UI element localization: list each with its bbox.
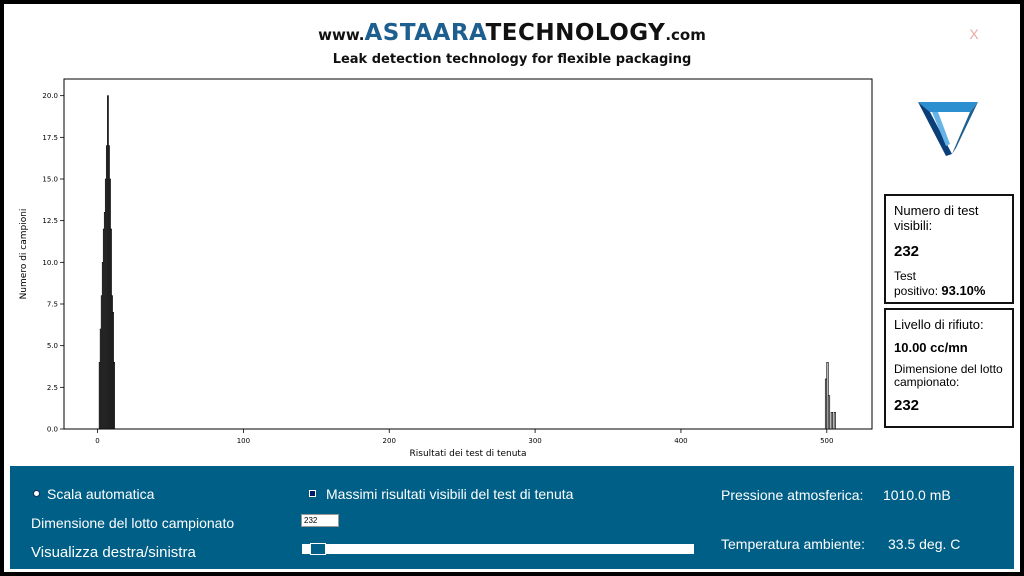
brand-name-a: ASTAARA [364,20,486,46]
y-tick-label-0: 0.0 [47,426,58,434]
max-visible-checkbox[interactable] [309,490,316,497]
visible-tests-value: 232 [894,243,920,260]
brand-suffix: .com [665,26,706,44]
auto-scale-radio[interactable] [33,490,40,497]
bar-0-14 [113,362,115,430]
triangle-logo-icon [916,98,980,158]
lot-size-label: Dimensione del lotto campionato [31,515,235,531]
y-tick-label-8: 20.0 [42,92,58,100]
tagline: Leak detection technology for flexible p… [332,52,692,67]
bar-1-4 [833,412,836,430]
y-tick-label-5: 12.5 [42,217,58,225]
chart-svg: 0 100 200 300 400 500 0.0 2.5 5.0 7.5 10.0 12.5 15.… [19,78,873,459]
positive-label-2: positivo: [894,284,939,298]
y-tick-label-1: 2.5 [47,384,58,392]
y-tick-label-2: 5.0 [47,342,58,350]
visible-tests-card: Numero di test visibili: 232 Test positi… [884,194,1014,304]
app-window: www.ASTAARATECHNOLOGY.com Leak detection… [4,4,1020,572]
y-tick-label-4: 10.0 [42,259,58,267]
close-icon[interactable]: X [966,26,982,46]
x-tick-label-2: 200 [383,437,396,445]
positive-label-1: Test [894,269,917,283]
visible-tests-label: Numero di test visibili: [894,203,979,233]
x-tick-label-5: 500 [820,437,833,445]
lot-label: Dimensione del lotto campionato: [894,362,1003,389]
bar-1-2 [827,395,831,430]
lot-value: 232 [894,397,920,414]
x-axis-label: Risultati dei test di tenuta [410,449,527,459]
brand-prefix: www. [318,26,365,44]
y-tick-label-7: 17.5 [42,134,58,142]
control-panel: Scala automatica Massimi risultati visib… [10,466,1014,569]
header: www.ASTAARATECHNOLOGY.com Leak detection… [4,18,1020,67]
positive-value: 93.10% [941,283,986,298]
reject-label: Livello di rifiuto: [894,317,984,332]
x-tick-label-1: 100 [237,437,250,445]
temperature-label: Temperatura ambiente: [721,536,865,552]
auto-scale-label: Scala automatica [47,486,155,502]
reject-level-card: Livello di rifiuto: 10.00 cc/mn Dimensio… [884,308,1014,428]
x-tick-label-3: 300 [528,437,541,445]
x-tick-label-4: 400 [674,437,687,445]
bar-1-3 [830,412,833,430]
reject-value: 10.00 cc/mn [894,340,968,355]
brand-title: www.ASTAARATECHNOLOGY.com [4,18,1020,50]
temperature-value: 33.5 deg. C [888,536,961,552]
y-axis-ticks: 0.0 2.5 5.0 7.5 10.0 12.5 15.0 17.5 20.0 [42,92,64,434]
x-axis-ticks: 0 100 200 300 400 500 [95,429,833,445]
y-tick-label-3: 7.5 [47,301,58,309]
plot-area [63,78,873,430]
scroll-slider-track[interactable] [302,544,694,554]
max-visible-label: Massimi risultati visibili del test di t… [326,486,574,502]
pressure-value: 1010.0 mB [883,487,951,503]
brand-name-b: TECHNOLOGY [485,20,666,46]
brand-name: ASTAARATECHNOLOGY [364,20,665,46]
y-axis-label: Numero di campioni [19,209,29,300]
x-tick-label-0: 0 [95,437,99,445]
scroll-label: Visualizza destra/sinistra [31,544,196,561]
leak-test-histogram: 0 100 200 300 400 500 0.0 2.5 5.0 7.5 10.0 12.5 15.… [8,74,878,466]
positive-row: positivo: 93.10% [894,283,1004,299]
scroll-slider-thumb[interactable] [309,543,326,555]
y-tick-label-6: 15.0 [42,176,58,184]
lot-size-input[interactable] [301,514,339,527]
pressure-label: Pressione atmosferica: [721,487,864,503]
